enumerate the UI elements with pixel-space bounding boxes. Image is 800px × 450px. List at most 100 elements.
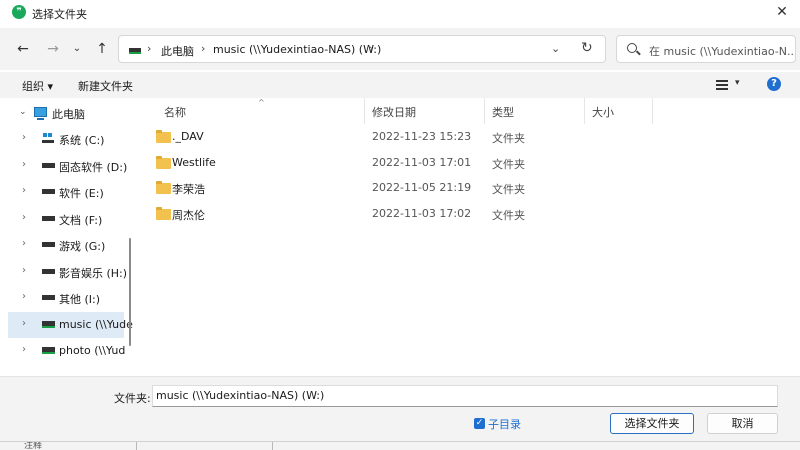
- search-placeholder: 在 music (\\Yudexintiao-N...: [649, 45, 796, 58]
- breadcrumb-music-drive[interactable]: music (\\Yudexintiao-NAS) (W:): [213, 43, 381, 56]
- search-icon: [627, 43, 637, 53]
- sidebar-item-label: 此电脑: [52, 108, 85, 121]
- subdir-label[interactable]: 子目录: [488, 416, 521, 432]
- file-type: 文件夹: [492, 132, 525, 145]
- sidebar-item-drive-e[interactable]: › 软件 (E:): [8, 179, 124, 205]
- breadcrumb-this-pc[interactable]: 此电脑: [161, 43, 194, 59]
- sidebar-item-drive-g[interactable]: › 游戏 (G:): [8, 232, 124, 258]
- background-window: 注释: [0, 441, 800, 450]
- chevron-down-icon[interactable]: ⌄: [551, 42, 560, 55]
- sidebar-item-drive-c[interactable]: › 系统 (C:): [8, 126, 124, 152]
- background-window-label: 注释: [24, 441, 43, 450]
- sidebar-item-music[interactable]: › music (\\Yude: [8, 312, 133, 338]
- file-date: 2022-11-23 15:23: [372, 130, 472, 143]
- breadcrumb-separator: ›: [201, 42, 206, 55]
- column-divider[interactable]: [584, 98, 585, 124]
- file-type: 文件夹: [492, 183, 525, 196]
- chevron-right-icon[interactable]: ›: [22, 291, 26, 302]
- column-header-date[interactable]: 修改日期: [372, 104, 416, 120]
- column-divider[interactable]: [652, 98, 653, 124]
- chevron-right-icon[interactable]: ›: [22, 159, 26, 170]
- file-row[interactable]: 李荣浩 2022-11-05 21:19 文件夹: [150, 177, 790, 201]
- forward-button[interactable]: →: [42, 38, 64, 60]
- sidebar-item-drive-i[interactable]: › 其他 (I:): [8, 285, 124, 311]
- close-button[interactable]: ✕: [770, 1, 794, 23]
- view-list-icon[interactable]: [716, 80, 728, 90]
- file-date: 2022-11-03 17:02: [372, 207, 472, 220]
- drive-icon: [42, 163, 55, 168]
- background-divider: [272, 442, 273, 450]
- back-button[interactable]: ←: [12, 38, 34, 60]
- file-name: Westlife: [172, 156, 216, 169]
- chevron-right-icon[interactable]: ›: [22, 212, 26, 223]
- window-title: 选择文件夹: [32, 8, 87, 21]
- sidebar-item-label: 游戏 (G:): [59, 240, 106, 253]
- sidebar-item-label: photo (\\Yud: [59, 344, 126, 357]
- refresh-icon[interactable]: ↻: [581, 40, 593, 56]
- folder-icon: [156, 181, 171, 194]
- sort-ascending-icon: ^: [258, 98, 265, 107]
- sidebar-item-label: music (\\Yude: [59, 318, 133, 331]
- sidebar-item-photo[interactable]: › photo (\\Yud: [8, 338, 126, 364]
- clip-icon: ❞: [12, 5, 26, 19]
- file-type: 文件夹: [492, 158, 525, 171]
- folder-icon: [156, 156, 171, 169]
- chevron-right-icon[interactable]: ›: [22, 318, 26, 329]
- title-bar: ❞ 选择文件夹 ✕: [0, 0, 800, 26]
- breadcrumb-separator: ›: [369, 42, 374, 55]
- cancel-button[interactable]: 取消: [707, 413, 778, 434]
- help-icon[interactable]: ?: [767, 77, 781, 91]
- drive-icon: [42, 269, 55, 274]
- chevron-right-icon[interactable]: ›: [22, 238, 26, 249]
- file-row[interactable]: Westlife 2022-11-03 17:01 文件夹: [150, 152, 790, 176]
- sidebar-item-drive-f[interactable]: › 文档 (F:): [8, 206, 124, 232]
- windows-drive-icon: [42, 133, 54, 143]
- sidebar-item-drive-h[interactable]: › 影音娱乐 (H:): [8, 259, 127, 285]
- column-divider[interactable]: [484, 98, 485, 124]
- search-input[interactable]: 在 music (\\Yudexintiao-N...: [616, 35, 796, 63]
- chevron-down-icon[interactable]: ⌄: [19, 107, 27, 117]
- column-header-size[interactable]: 大小: [592, 104, 614, 120]
- drive-icon: [42, 216, 55, 221]
- chevron-right-icon[interactable]: ›: [22, 265, 26, 276]
- sidebar-scrollbar[interactable]: [129, 238, 131, 346]
- network-drive-icon: [42, 347, 55, 354]
- chevron-right-icon[interactable]: ›: [22, 185, 26, 196]
- column-header-name[interactable]: 名称: [164, 104, 186, 120]
- view-dropdown[interactable]: ▾: [735, 78, 740, 88]
- command-toolbar: 组织 ▾ 新建文件夹 ▾ ?: [0, 72, 800, 98]
- pc-icon: [34, 107, 47, 120]
- drive-icon: [42, 189, 55, 194]
- organize-menu[interactable]: 组织 ▾: [22, 78, 53, 94]
- subdir-checkbox[interactable]: ✓: [474, 418, 485, 429]
- file-list: ^ 名称 修改日期 类型 大小 ._DAV 2022-11-23 15:23 文…: [136, 98, 800, 376]
- file-type: 文件夹: [492, 209, 525, 222]
- navigation-bar: ← → ⌄ ↑ › 此电脑 › music (\\Yudexintiao-NAS…: [0, 28, 800, 70]
- chevron-right-icon[interactable]: ›: [22, 344, 26, 355]
- breadcrumb-separator: ›: [147, 42, 152, 55]
- sidebar-item-label: 软件 (E:): [59, 187, 104, 200]
- up-button[interactable]: ↑: [91, 38, 113, 60]
- file-date: 2022-11-05 21:19: [372, 181, 472, 194]
- folder-icon: [156, 130, 171, 143]
- dialog-footer: 文件夹: music (\\Yudexintiao-NAS) (W:) ✓ 子目…: [0, 376, 800, 450]
- recent-locations-button[interactable]: ⌄: [66, 38, 88, 60]
- file-name: ._DAV: [172, 130, 204, 143]
- file-row[interactable]: 周杰伦 2022-11-03 17:02 文件夹: [150, 203, 790, 227]
- folder-field[interactable]: music (\\Yudexintiao-NAS) (W:): [152, 385, 778, 407]
- sidebar-item-drive-d[interactable]: › 固态软件 (D:): [8, 153, 127, 179]
- background-divider: [136, 442, 137, 450]
- address-bar[interactable]: › 此电脑 › music (\\Yudexintiao-NAS) (W:) ›…: [118, 35, 606, 63]
- folder-icon: [156, 207, 171, 220]
- sidebar-item-this-pc[interactable]: ⌄ 此电脑: [8, 100, 124, 126]
- column-divider[interactable]: [364, 98, 365, 124]
- drive-icon: [42, 242, 55, 247]
- select-folder-button[interactable]: 选择文件夹: [610, 413, 694, 434]
- new-folder-button[interactable]: 新建文件夹: [78, 78, 133, 94]
- file-row[interactable]: ._DAV 2022-11-23 15:23 文件夹: [150, 126, 790, 150]
- network-drive-icon: [129, 48, 141, 54]
- chevron-right-icon[interactable]: ›: [22, 132, 26, 143]
- navigation-pane: ⌄ 此电脑 › 系统 (C:) › 固态软件 (D:) › 软件 (E:) › …: [0, 98, 136, 376]
- sidebar-item-label: 系统 (C:): [59, 134, 105, 147]
- column-header-type[interactable]: 类型: [492, 104, 514, 120]
